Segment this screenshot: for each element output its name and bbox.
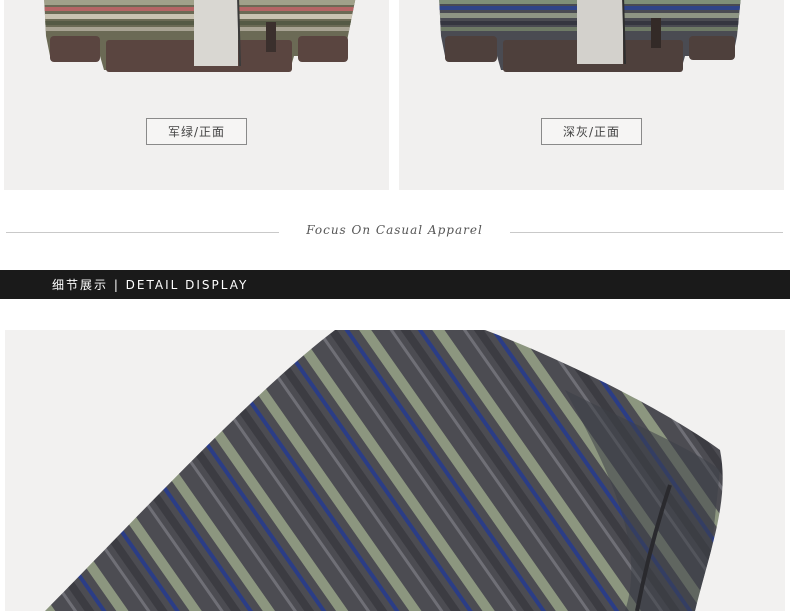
jacket-image-dark-gray <box>439 0 741 72</box>
product-card-dark-gray: 深灰/正面 <box>399 0 784 190</box>
color-label[interactable]: 深灰/正面 <box>541 118 642 145</box>
tagline-text: Focus On Casual Apparel <box>306 223 483 237</box>
tagline-divider: Focus On Casual Apparel <box>0 215 790 249</box>
hood-detail-image <box>45 330 723 611</box>
color-label[interactable]: 军绿/正面 <box>146 118 247 145</box>
divider-line-left <box>6 232 279 233</box>
section-header-bar: 细节展示 | DETAIL DISPLAY <box>0 270 790 299</box>
section-title: 细节展示 | DETAIL DISPLAY <box>52 278 249 292</box>
detail-photo <box>5 330 785 611</box>
product-card-army-green: 军绿/正面 <box>4 0 389 190</box>
divider-line-right <box>510 232 783 233</box>
jacket-image-army-green <box>44 0 356 72</box>
